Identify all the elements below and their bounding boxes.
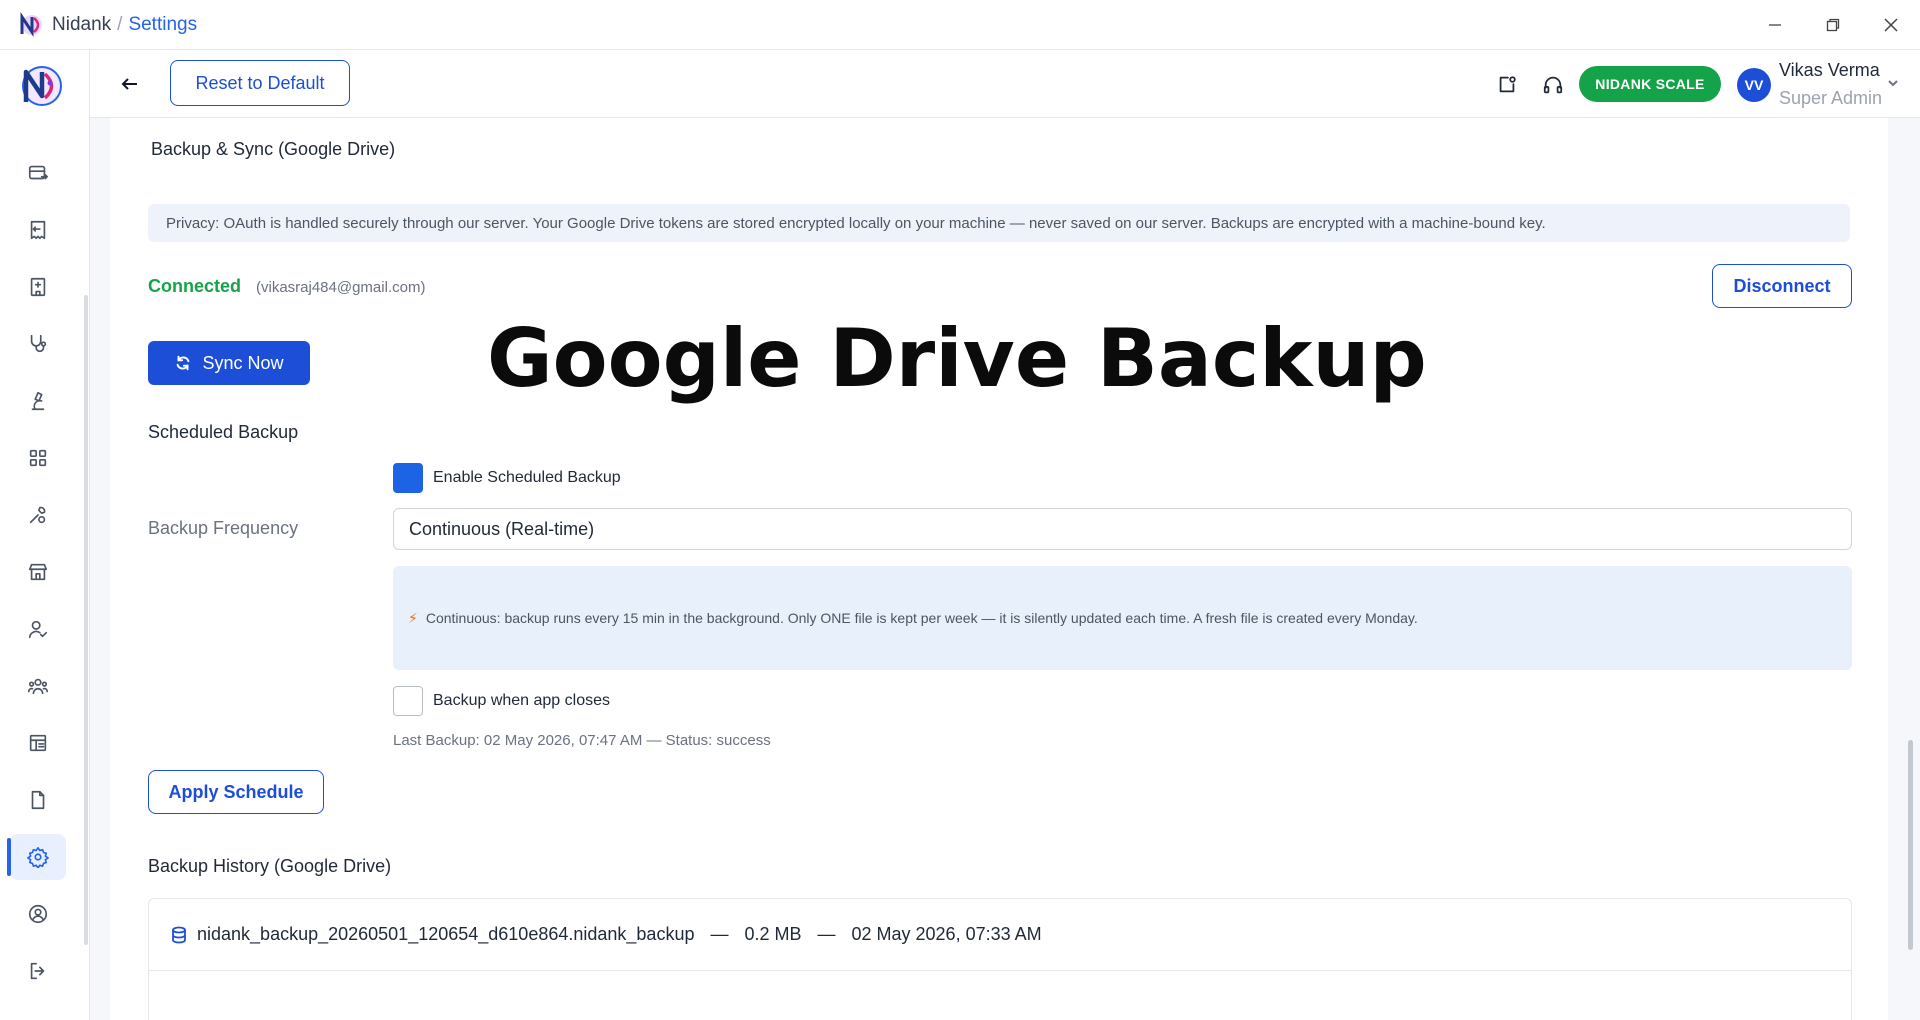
settings-icon xyxy=(27,847,49,868)
connected-email: (vikasraj484@gmail.com) xyxy=(256,279,426,296)
breadcrumb: Nidank / Settings xyxy=(52,14,197,36)
backup-frequency-label: Backup Frequency xyxy=(148,518,299,538)
sidebar-item-patients[interactable] xyxy=(10,606,66,652)
window-controls xyxy=(1746,0,1920,50)
sync-now-button[interactable]: Sync Now xyxy=(148,341,310,385)
breadcrumb-separator: / xyxy=(117,13,123,35)
reset-to-default-button[interactable]: Reset to Default xyxy=(170,60,350,106)
grid-icon xyxy=(29,449,47,467)
breadcrumb-current: Settings xyxy=(128,13,198,35)
sidebar-item-doctors[interactable] xyxy=(10,321,66,367)
users-icon xyxy=(28,678,48,695)
sidebar xyxy=(0,50,90,1020)
database-icon xyxy=(172,926,186,943)
backup-file-name: nidank_backup_20260501_120654_d610e864.n… xyxy=(197,924,695,944)
receipt-icon xyxy=(30,220,46,240)
close-icon xyxy=(1884,18,1898,32)
window-titlebar: Nidank / Settings xyxy=(0,0,1920,50)
backup-on-close-checkbox[interactable] xyxy=(393,686,423,716)
logout-icon xyxy=(30,962,45,980)
enable-scheduled-backup-checkbox[interactable] xyxy=(393,463,423,493)
avatar[interactable]: VV xyxy=(1737,68,1771,102)
connection-status: Connected xyxy=(148,276,242,296)
minimize-button[interactable] xyxy=(1746,0,1804,50)
sidebar-item-documents[interactable] xyxy=(10,777,66,823)
separator-dash: — xyxy=(817,924,836,944)
microscope-icon xyxy=(31,391,45,411)
restore-icon xyxy=(1826,18,1840,32)
sidebar-item-modules[interactable] xyxy=(10,435,66,481)
page-header: Reset to Default NIDANK SCALE VV Vikas V… xyxy=(90,50,1920,118)
backup-history-title: Backup History (Google Drive) xyxy=(148,856,392,876)
lightning-icon: ⚡ xyxy=(408,609,418,626)
last-backup-status: Last Backup: 02 May 2026, 07:47 AM — Sta… xyxy=(393,732,771,749)
layout-list-icon xyxy=(29,734,47,752)
scheduled-backup-title: Scheduled Backup xyxy=(148,422,299,442)
sidebar-item-receipts[interactable] xyxy=(10,207,66,253)
store-icon xyxy=(28,563,48,581)
content-scrollbar[interactable] xyxy=(1908,740,1913,950)
sidebar-item-tools[interactable] xyxy=(10,492,66,538)
sidebar-item-hospital[interactable] xyxy=(10,264,66,310)
sidebar-item-store[interactable] xyxy=(10,549,66,595)
list-item[interactable]: nidank_backup_20260501_120654_d610e864.n… xyxy=(149,899,1851,971)
document-icon xyxy=(31,790,45,810)
arrow-left-icon xyxy=(121,78,137,90)
backup-frequency-select[interactable]: Continuous (Real-time) xyxy=(393,508,1852,550)
sidebar-item-reports[interactable] xyxy=(10,720,66,766)
breadcrumb-app[interactable]: Nidank xyxy=(52,14,111,35)
support-button[interactable] xyxy=(1540,72,1566,98)
hospital-icon xyxy=(30,277,46,297)
back-button[interactable] xyxy=(116,70,144,98)
backup-file-date: 02 May 2026, 07:33 AM xyxy=(851,924,1042,944)
frequency-info-text: Continuous: backup runs every 15 min in … xyxy=(425,610,1418,626)
share-icon xyxy=(1499,76,1516,93)
sidebar-item-settings[interactable] xyxy=(7,834,66,880)
disconnect-button[interactable]: Disconnect xyxy=(1712,264,1852,308)
stethoscope-icon xyxy=(30,334,47,353)
headset-icon xyxy=(1543,76,1563,94)
chevron-down-icon xyxy=(1888,80,1898,87)
user-menu-toggle[interactable] xyxy=(1886,76,1900,90)
sidebar-item-staff[interactable] xyxy=(10,663,66,709)
nidank-scale-button[interactable]: NIDANK SCALE xyxy=(1579,66,1721,102)
user-role: Super Admin xyxy=(1779,88,1883,108)
minimize-icon xyxy=(1769,24,1781,26)
sidebar-item-billing[interactable] xyxy=(10,150,66,196)
restore-button[interactable] xyxy=(1804,0,1862,50)
nidank-logo-icon xyxy=(20,11,42,37)
backup-history-list: nidank_backup_20260501_120654_d610e864.n… xyxy=(148,898,1852,1020)
user-check-icon xyxy=(28,620,48,639)
frequency-info-box: ⚡ Continuous: backup runs every 15 min i… xyxy=(393,566,1852,670)
sidebar-scrollbar[interactable] xyxy=(84,295,88,945)
user-circle-icon xyxy=(28,904,48,924)
enable-scheduled-backup-label: Enable Scheduled Backup xyxy=(433,469,621,486)
share-button[interactable] xyxy=(1494,72,1520,98)
backup-section-title: Backup & Sync (Google Drive) xyxy=(151,139,396,159)
backup-file-size: 0.2 MB xyxy=(744,924,802,944)
billing-icon xyxy=(28,165,48,180)
separator-dash: — xyxy=(710,924,729,944)
brand-logo-icon xyxy=(22,66,62,106)
sidebar-item-logout[interactable] xyxy=(10,948,66,994)
apply-schedule-button[interactable]: Apply Schedule xyxy=(148,770,324,814)
privacy-note: Privacy: OAuth is handled securely throu… xyxy=(148,204,1850,242)
sync-icon xyxy=(177,355,190,371)
close-button[interactable] xyxy=(1862,0,1920,50)
tools-icon xyxy=(29,506,46,524)
overlay-title: Google Drive Backup xyxy=(487,312,1427,405)
sidebar-item-profile[interactable] xyxy=(10,891,66,937)
sidebar-item-lab[interactable] xyxy=(10,378,66,424)
sync-now-label: Sync Now xyxy=(202,352,284,373)
user-name: Vikas Verma xyxy=(1779,60,1880,80)
backup-on-close-label: Backup when app closes xyxy=(433,692,610,709)
